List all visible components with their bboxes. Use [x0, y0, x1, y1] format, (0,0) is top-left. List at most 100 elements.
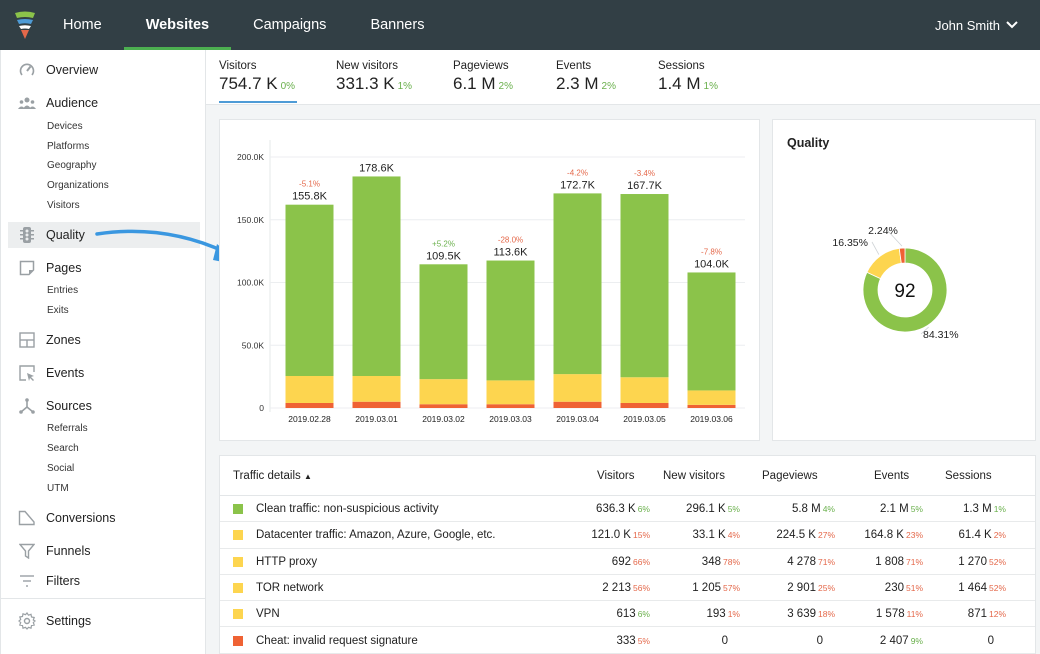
bar-segment-suspicious[interactable]	[419, 379, 468, 405]
sidebar-item-funnels[interactable]: Funnels	[8, 538, 200, 564]
metric-label: New visitors	[336, 60, 398, 72]
bar-segment-cheat[interactable]	[620, 402, 669, 408]
bar-segment-cheat[interactable]	[285, 402, 334, 408]
bar-segment-suspicious[interactable]	[285, 375, 334, 403]
table-row[interactable]: Datacenter traffic: Amazon, Azure, Googl…	[220, 522, 1035, 549]
metrics-bar: Visitors 754.7 K 0% New visitors 331.3 K1…	[206, 50, 1040, 105]
bar-segment-suspicious[interactable]	[486, 380, 535, 405]
bar-segment-clean[interactable]	[486, 260, 535, 381]
sidebar-item-audience[interactable]: Audience	[8, 90, 200, 116]
sidebar-subitem-platforms[interactable]: Platforms	[47, 141, 89, 152]
col-visitors[interactable]: Visitors	[597, 470, 635, 482]
bar-segment-suspicious[interactable]	[687, 390, 736, 405]
sidebar-item-events[interactable]: Events	[8, 360, 200, 386]
sidebar-subitem-social[interactable]: Social	[47, 463, 74, 474]
metric-sessions[interactable]: Sessions 1.4 M 1%	[658, 60, 718, 94]
sidebar-subitem-search[interactable]: Search	[47, 443, 79, 454]
bar-change-label: -3.4%	[634, 169, 655, 178]
donut-slice[interactable]	[866, 247, 902, 280]
sidebar-subitem-entries[interactable]: Entries	[47, 285, 78, 296]
bar-segment-clean[interactable]	[553, 193, 602, 375]
sidebar-subitem-organizations[interactable]: Organizations	[47, 180, 109, 191]
bar-segment-suspicious[interactable]	[553, 374, 602, 402]
table-row[interactable]: TOR network 2 213 56% 1 205 57% 2 901 25% 230 51…	[220, 575, 1035, 602]
sidebar-item-pages[interactable]: Pages	[8, 255, 200, 281]
bar-segment-clean[interactable]	[419, 264, 468, 380]
metric-pageviews[interactable]: Pageviews 6.1 M 2%	[453, 60, 513, 94]
metric-events[interactable]: Events 2.3 M 2%	[556, 60, 616, 94]
row-label: Datacenter traffic: Amazon, Azure, Googl…	[256, 529, 496, 542]
metric-visitors[interactable]: Visitors 754.7 K 0%	[219, 60, 295, 94]
sidebar-subitem-exits[interactable]: Exits	[47, 305, 69, 316]
col-new-visitors[interactable]: New visitors	[663, 470, 725, 482]
bar-total-label: 113.6K	[493, 247, 528, 259]
metric-label: Sessions	[658, 60, 705, 72]
table-cell: 230 51%	[885, 582, 923, 594]
bar-segment-clean[interactable]	[620, 194, 669, 378]
cell-value: 1 578	[875, 608, 905, 621]
table-row[interactable]: HTTP proxy 692 66% 348 78% 4 278 71% 1 808 71% 1 …	[220, 549, 1035, 575]
sidebar-item-quality[interactable]: Quality	[8, 222, 200, 248]
cell-change: 66%	[632, 556, 650, 567]
sidebar-item-zones[interactable]: Zones	[8, 327, 200, 353]
category-color-swatch	[233, 635, 243, 646]
sidebar-item-settings[interactable]: Settings	[8, 608, 200, 634]
sidebar-item-overview[interactable]: Overview	[8, 57, 200, 83]
bar-segment-cheat[interactable]	[352, 401, 401, 408]
table-cell: 33.1 K 4%	[692, 529, 740, 541]
cell-value: 2 213	[602, 581, 631, 594]
bar-change-label: -28.0%	[498, 236, 523, 245]
bar-segment-cheat[interactable]	[687, 404, 736, 408]
col-traffic-details[interactable]: Traffic details ▲	[233, 470, 312, 482]
sidebar-item-label: Sources	[46, 399, 92, 413]
bar-total-label: 109.5K	[426, 250, 462, 262]
cell-change: 5%	[727, 504, 740, 514]
cell-change: 1%	[727, 609, 740, 620]
bar-segment-cheat[interactable]	[419, 404, 468, 408]
nav-home[interactable]: Home	[50, 0, 124, 50]
table-row[interactable]: VPN 613 6% 193 1% 3 639 18% 1 578 11% 871 12%	[220, 601, 1035, 628]
bar-segment-clean[interactable]	[352, 176, 401, 376]
bar-segment-clean[interactable]	[285, 204, 334, 376]
bar-segment-cheat[interactable]	[553, 401, 602, 408]
col-sessions[interactable]: Sessions	[945, 470, 992, 482]
bar-segment-suspicious[interactable]	[620, 377, 669, 403]
cell-change: 27%	[817, 530, 835, 541]
metric-label: Visitors	[219, 60, 257, 72]
sidebar-item-sources[interactable]: Sources	[8, 393, 200, 419]
sidebar-subitem-devices[interactable]: Devices	[47, 121, 83, 132]
bar-segment-clean[interactable]	[687, 272, 736, 391]
table-cell: 1 464 52%	[958, 582, 1006, 594]
cell-value: 1 808	[875, 555, 904, 568]
sidebar-item-conversions[interactable]: Conversions	[8, 505, 200, 531]
table-cell: 1 808 71%	[875, 556, 923, 568]
sidebar-subitem-referrals[interactable]: Referrals	[47, 423, 88, 434]
table-row[interactable]: Clean traffic: non-suspicious activity 63…	[220, 496, 1035, 523]
sidebar-subitem-visitors[interactable]: Visitors	[47, 200, 80, 211]
table-row[interactable]: Cheat: invalid request signature 333 5% 0 0 2…	[220, 628, 1035, 654]
funnel-logo[interactable]	[0, 0, 50, 50]
sidebar-subitem-utm[interactable]: UTM	[47, 483, 69, 494]
nav-websites[interactable]: Websites	[123, 0, 232, 50]
bar-segment-cheat[interactable]	[486, 404, 535, 408]
table-cell: 1 578 11%	[876, 608, 923, 620]
cell-value: 61.4 K	[958, 529, 992, 542]
sidebar-subitem-geography[interactable]: Geography	[47, 160, 96, 171]
table-cell: 333 5%	[617, 635, 650, 647]
col-events[interactable]: Events	[874, 470, 909, 482]
active-metric-indicator	[219, 101, 297, 103]
sidebar: Overview Audience Devices Platforms Geog…	[0, 50, 206, 654]
table-cell: 164.8 K 23%	[864, 529, 923, 541]
nav-campaigns[interactable]: Campaigns	[231, 0, 348, 50]
sidebar-item-filters[interactable]: Filters	[8, 568, 200, 594]
metric-new-visitors[interactable]: New visitors 331.3 K 1%	[336, 60, 412, 94]
user-menu[interactable]: John Smith	[935, 0, 1018, 50]
table-header: Traffic details ▲ Visitors New visitors …	[220, 456, 1035, 496]
metric-change: 2%	[601, 81, 616, 92]
cell-value: 33.1 K	[692, 529, 726, 542]
metric-change: 1%	[703, 81, 718, 92]
col-pageviews[interactable]: Pageviews	[762, 470, 818, 482]
bar-segment-suspicious[interactable]	[352, 375, 401, 402]
cell-value: 5.8 M	[791, 503, 821, 515]
nav-banners[interactable]: Banners	[348, 0, 446, 50]
